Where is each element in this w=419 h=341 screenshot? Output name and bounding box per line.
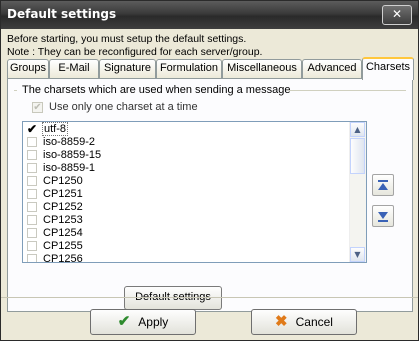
window-title: Default settings — [7, 7, 117, 21]
list-item[interactable]: CP1255 — [23, 239, 349, 252]
charset-checkbox[interactable] — [27, 188, 37, 199]
charset-label: utf-8 — [42, 122, 69, 136]
charset-checkbox[interactable] — [27, 227, 37, 238]
list-item[interactable]: iso-8859-1 — [23, 161, 349, 174]
single-charset-label: Use only one charset at a time — [49, 101, 198, 113]
apply-button[interactable]: ✔ Apply — [90, 309, 196, 335]
charset-label: CP1255 — [43, 239, 83, 252]
charset-checkbox[interactable] — [27, 253, 37, 262]
tab-groups[interactable]: Groups — [7, 59, 49, 78]
title-bar[interactable]: Default settings ✕ — [1, 1, 418, 29]
scroll-down-button[interactable]: ▼ — [350, 247, 365, 262]
charset-list: ✔ utf-8 iso-8859-2 iso-8859-15 iso-8859-… — [23, 122, 349, 263]
group-border-left — [14, 90, 17, 91]
default-settings-dialog: Default settings ✕ Before starting, you … — [0, 0, 419, 341]
single-charset-option[interactable]: ✔ Use only one charset at a time — [32, 101, 198, 113]
charset-checkbox[interactable] — [27, 149, 37, 160]
move-up-button[interactable] — [372, 174, 394, 196]
charset-label: iso-8859-1 — [43, 161, 95, 174]
charset-label: CP1253 — [43, 213, 83, 226]
close-button[interactable]: ✕ — [382, 5, 412, 25]
charset-label: CP1252 — [43, 200, 83, 213]
charset-label: CP1250 — [43, 174, 83, 187]
list-item[interactable]: ✔ utf-8 — [23, 122, 349, 136]
list-item[interactable]: iso-8859-15 — [23, 148, 349, 161]
intro-line-2: Note : They can be reconfigured for each… — [7, 46, 263, 58]
charset-label: iso-8859-15 — [43, 148, 102, 161]
scroll-thumb[interactable] — [350, 138, 365, 174]
tab-miscellaneous[interactable]: Miscellaneous — [222, 59, 302, 78]
charset-checkbox[interactable] — [27, 175, 37, 186]
check-icon: ✔ — [117, 313, 131, 330]
scroll-up-button[interactable]: ▲ — [350, 122, 365, 137]
single-charset-checkbox[interactable]: ✔ — [32, 101, 43, 113]
charset-checkbox[interactable] — [27, 136, 37, 147]
cancel-label: Cancel — [295, 315, 333, 329]
charset-checkbox[interactable] — [27, 214, 37, 225]
list-item[interactable]: iso-8859-2 — [23, 135, 349, 148]
intro-line-1: Before starting, you must setup the defa… — [7, 33, 247, 45]
cancel-button[interactable]: ✖ Cancel — [251, 309, 357, 335]
charset-label: iso-8859-2 — [43, 135, 95, 148]
dialog-body: Before starting, you must setup the defa… — [1, 29, 418, 340]
tab-formulation[interactable]: Formulation — [156, 59, 222, 78]
tab-email[interactable]: E-Mail — [49, 59, 99, 78]
list-item[interactable]: CP1251 — [23, 187, 349, 200]
list-item[interactable]: CP1253 — [23, 213, 349, 226]
footer-divider — [1, 297, 418, 298]
move-down-button[interactable] — [372, 205, 394, 227]
intro-text: Before starting, you must setup the defa… — [7, 33, 262, 59]
default-settings-button[interactable]: Default settings — [124, 286, 222, 310]
list-item[interactable]: CP1252 — [23, 200, 349, 213]
list-scrollbar[interactable]: ▲ ▼ — [349, 122, 366, 262]
charset-label: CP1256 — [43, 252, 83, 263]
charset-checkbox[interactable]: ✔ — [27, 123, 37, 135]
charset-label: CP1251 — [43, 187, 83, 200]
charsets-group-legend: The charsets which are used when sending… — [22, 84, 291, 96]
tab-signature[interactable]: Signature — [99, 59, 156, 78]
tab-charsets[interactable]: Charsets — [362, 57, 414, 80]
move-down-icon — [378, 212, 388, 219]
charset-label: CP1254 — [43, 226, 83, 239]
charset-listbox[interactable]: ✔ utf-8 iso-8859-2 iso-8859-15 iso-8859-… — [22, 121, 367, 263]
tab-advanced[interactable]: Advanced — [302, 59, 362, 78]
move-up-icon — [378, 180, 388, 182]
charsets-panel: The charsets which are used when sending… — [7, 78, 413, 312]
close-icon: ✕ — [391, 7, 403, 21]
charset-checkbox[interactable] — [27, 240, 37, 251]
charset-checkbox[interactable] — [27, 201, 37, 212]
cancel-x-icon: ✖ — [275, 313, 288, 330]
group-border-right — [288, 90, 406, 91]
list-item[interactable]: CP1250 — [23, 174, 349, 187]
list-item[interactable]: CP1256 — [23, 252, 349, 263]
charset-checkbox[interactable] — [27, 162, 37, 173]
list-item[interactable]: CP1254 — [23, 226, 349, 239]
apply-label: Apply — [138, 315, 169, 329]
